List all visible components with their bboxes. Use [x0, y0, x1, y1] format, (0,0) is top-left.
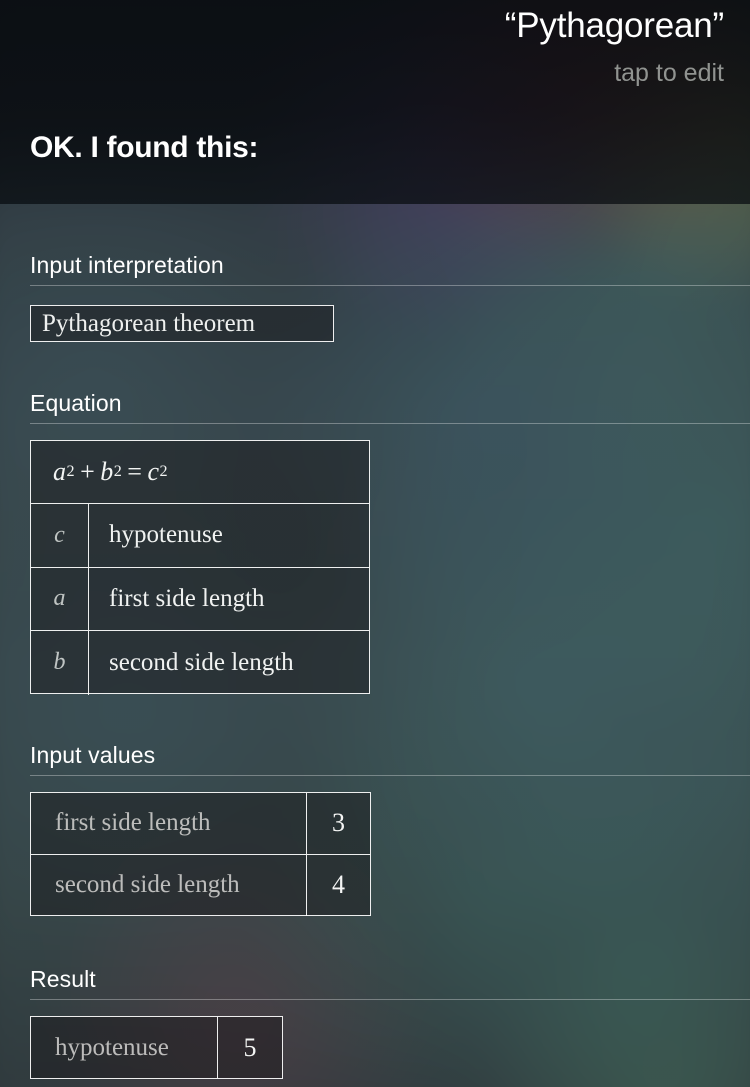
section-input-values: Input values first side length 3 second …: [0, 742, 750, 932]
section-divider-result: [30, 999, 750, 1000]
variable-description: hypotenuse: [109, 521, 223, 549]
spoken-query-text[interactable]: “Pythagorean”: [505, 6, 724, 46]
input-values-table: first side length 3 second side length 4: [30, 792, 371, 916]
table-row: c hypotenuse: [31, 504, 369, 568]
input-value-number: 4: [332, 870, 345, 900]
section-title-input-interpretation: Input interpretation: [30, 252, 224, 278]
section-title-result: Result: [30, 966, 96, 992]
input-interpretation-box: Pythagorean theorem: [30, 305, 334, 342]
input-value-number: 3: [332, 808, 345, 838]
variable-symbol: a: [31, 567, 89, 630]
equation-table: a 2 + b 2 = c 2 c hypotenuse a first side lengt…: [30, 440, 370, 695]
siri-query-header: “Pythagorean” tap to edit OK. I found th…: [0, 0, 750, 204]
section-divider-input-values: [30, 775, 750, 776]
equation-term-b: b: [100, 457, 114, 486]
table-row: a first side length: [31, 567, 369, 631]
section-equation: Equation a 2 + b 2 = c 2 c hypotenuse a first s…: [0, 390, 750, 720]
table-row: hypotenuse 5: [31, 1017, 282, 1078]
section-divider-equation: [30, 423, 750, 424]
section-input-interpretation: Input interpretation Pythagorean theorem: [0, 252, 750, 392]
variable-symbol: b: [31, 631, 89, 695]
equation-term-a: a: [53, 457, 67, 486]
input-value-label: first side length: [31, 793, 307, 854]
equation-formula-row: a 2 + b 2 = c 2: [31, 441, 369, 504]
input-interpretation-value: Pythagorean theorem: [42, 309, 256, 337]
result-value: 5: [243, 1032, 257, 1062]
section-result: Result hypotenuse 5: [0, 966, 750, 1087]
equation-formula: a 2 + b 2 = c 2: [53, 457, 169, 486]
tap-to-edit-hint[interactable]: tap to edit: [614, 59, 724, 88]
table-row: first side length 3: [31, 793, 370, 855]
equation-term-c: c: [147, 457, 160, 486]
siri-screen: “Pythagorean” tap to edit OK. I found th…: [0, 0, 750, 1087]
section-title-input-values: Input values: [30, 742, 156, 768]
result-label: hypotenuse: [31, 1017, 218, 1078]
variable-symbol: c: [31, 504, 89, 567]
variable-description: first side length: [109, 584, 265, 612]
equation-operator-plus: +: [80, 457, 96, 486]
equation-operator-equals: =: [127, 457, 143, 486]
wolfram-result-card: Input interpretation Pythagorean theorem…: [0, 204, 750, 1087]
siri-answer-intro: OK. I found this:: [30, 131, 259, 164]
section-title-equation: Equation: [30, 390, 122, 416]
variable-description: second side length: [109, 648, 294, 676]
table-row: second side length 4: [31, 854, 370, 916]
section-divider-input-interpretation: [30, 285, 750, 286]
table-row: b second side length: [31, 631, 369, 695]
result-table: hypotenuse 5: [30, 1016, 283, 1079]
input-value-label: second side length: [31, 854, 307, 916]
